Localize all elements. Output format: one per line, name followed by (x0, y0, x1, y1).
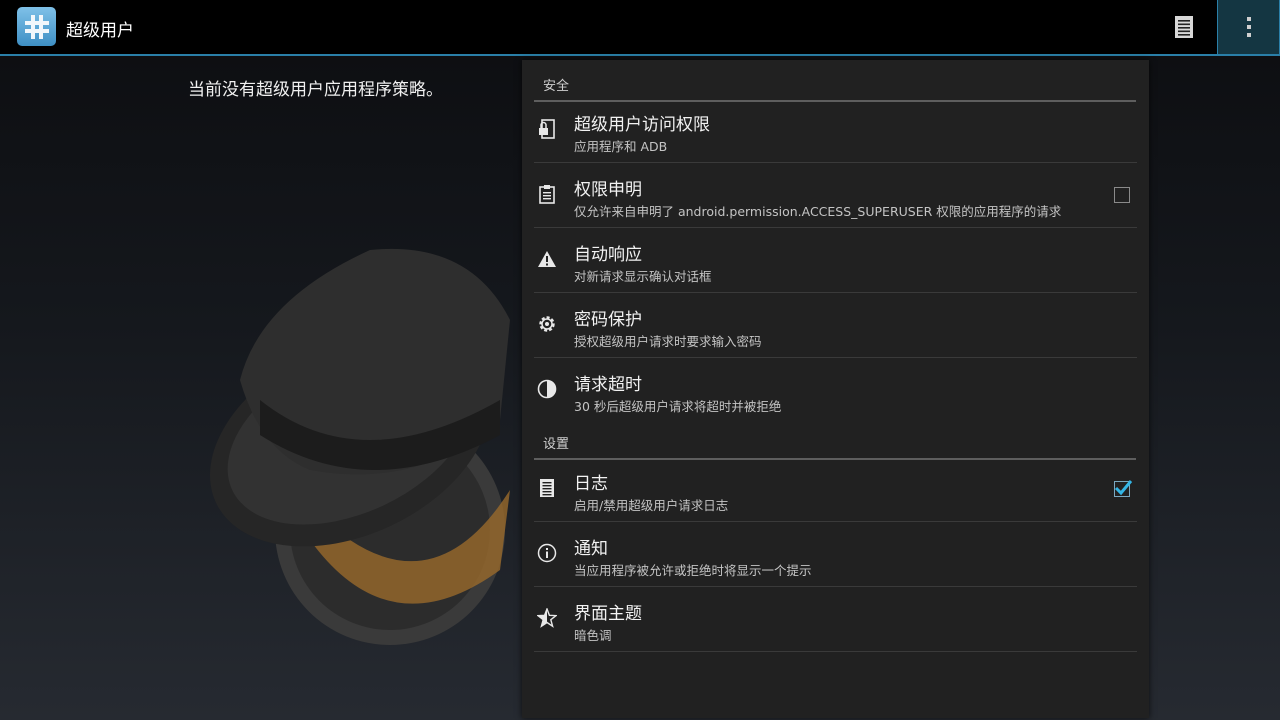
half-star-icon (536, 607, 558, 629)
pref-notification[interactable]: 通知 当应用程序被允许或拒绝时将显示一个提示 (534, 522, 1137, 587)
permission-declaration-checkbox[interactable] (1114, 187, 1130, 203)
pref-title: 请求超时 (574, 375, 642, 395)
pref-title: 自动响应 (574, 245, 642, 265)
info-icon (536, 542, 558, 564)
pref-request-timeout[interactable]: 请求超时 30 秒后超级用户请求将超时并被拒绝 (534, 358, 1137, 423)
gear-icon (536, 313, 558, 335)
pref-log[interactable]: 日志 启用/禁用超级用户请求日志 (534, 457, 1137, 522)
pref-title: 权限申明 (574, 180, 642, 200)
pref-title: 超级用户访问权限 (574, 115, 710, 135)
pref-title: 密码保护 (574, 310, 642, 330)
pref-theme[interactable]: 界面主题 暗色调 (534, 587, 1137, 652)
hash-app-icon[interactable] (17, 7, 56, 46)
empty-policies-message: 当前没有超级用户应用程序策略。 (188, 80, 443, 100)
pref-password-protection[interactable]: 密码保护 授权超级用户请求时要求输入密码 (534, 293, 1137, 358)
pref-permission-declaration[interactable]: 权限申明 仅允许来自申明了 android.permission.ACCESS_… (534, 163, 1137, 228)
pref-summary: 当应用程序被允许或拒绝时将显示一个提示 (574, 563, 812, 578)
lock-device-icon (536, 118, 558, 140)
pref-title: 通知 (574, 539, 608, 559)
action-bar: 超级用户 (0, 0, 1280, 56)
pref-title: 日志 (574, 474, 608, 494)
log-list-icon (536, 477, 558, 499)
pref-auto-response[interactable]: 自动响应 对新请求显示确认对话框 (534, 228, 1137, 293)
pref-summary: 仅允许来自申明了 android.permission.ACCESS_SUPER… (574, 204, 1062, 219)
pref-summary: 30 秒后超级用户请求将超时并被拒绝 (574, 399, 782, 414)
pref-summary: 暗色调 (574, 628, 612, 643)
overflow-menu-icon (1246, 17, 1251, 37)
pref-summary: 启用/禁用超级用户请求日志 (574, 498, 729, 513)
timer-pie-icon (536, 378, 558, 400)
pref-summary: 应用程序和 ADB (574, 139, 668, 154)
app-title: 超级用户 (66, 21, 134, 41)
log-button[interactable] (1164, 6, 1204, 48)
overflow-menu-button[interactable] (1217, 0, 1280, 54)
category-settings: 设置 (534, 433, 1136, 460)
pref-summary: 对新请求显示确认对话框 (574, 269, 712, 284)
clipboard-icon (536, 183, 558, 205)
clockworkmod-hat-logo (209, 248, 510, 645)
pref-superuser-access[interactable]: 超级用户访问权限 应用程序和 ADB (534, 98, 1137, 163)
pref-title: 界面主题 (574, 604, 642, 624)
checkmark-icon (1114, 480, 1133, 496)
log-checkbox[interactable] (1114, 480, 1133, 497)
settings-panel: 安全 超级用户访问权限 应用程序和 ADB 权限申明 仅允许来自申明了 andr… (522, 60, 1149, 718)
warning-icon (536, 248, 558, 270)
log-list-icon (1175, 16, 1193, 38)
pref-summary: 授权超级用户请求时要求输入密码 (574, 334, 762, 349)
